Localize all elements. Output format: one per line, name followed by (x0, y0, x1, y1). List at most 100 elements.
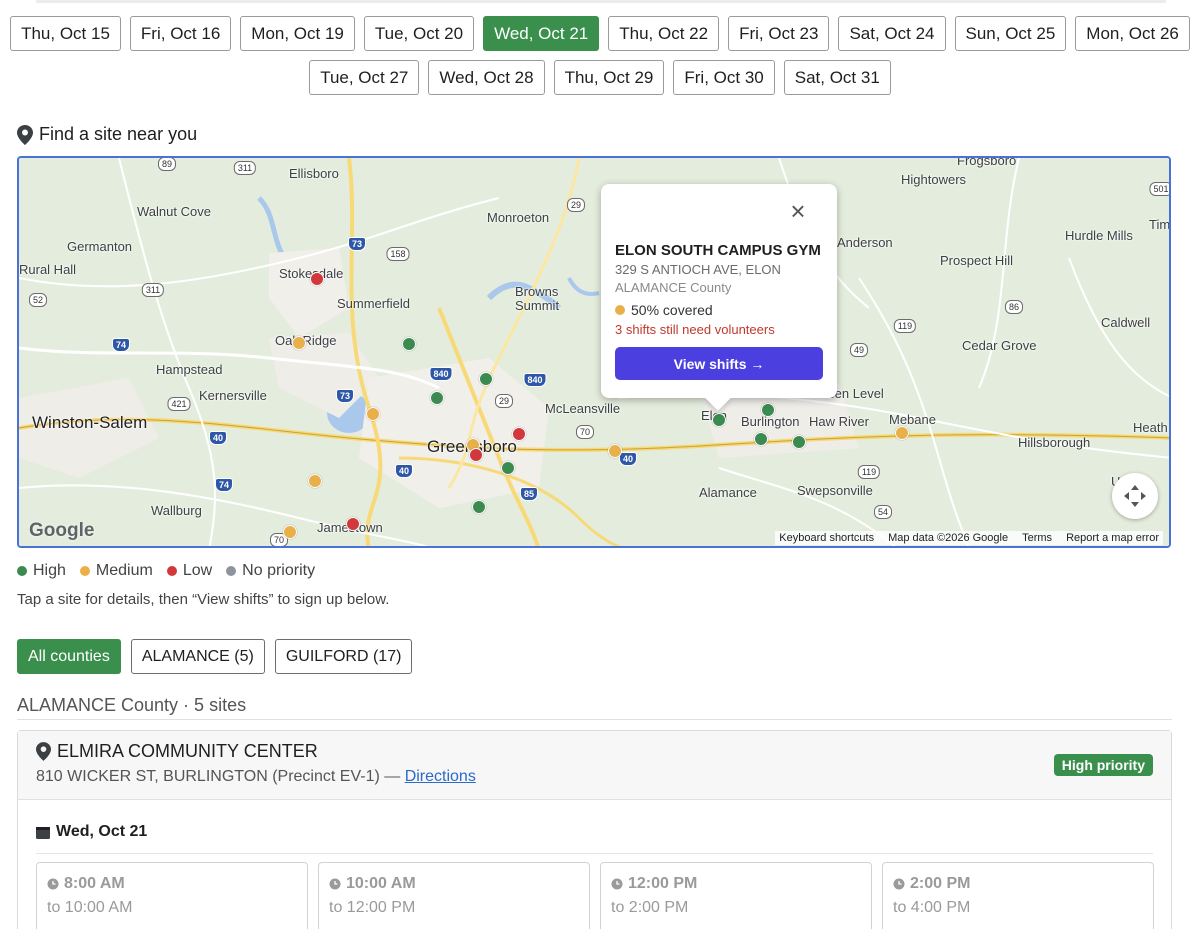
find-site-heading: Find a site near you (17, 124, 197, 145)
view-shifts-button[interactable]: View shifts → (615, 347, 823, 380)
shift-day-label: Wed, Oct 21 (56, 823, 148, 840)
site-marker-low[interactable] (346, 517, 360, 531)
slot-start-time: 8:00 AM (64, 875, 125, 892)
date-button[interactable]: Thu, Oct 15 (10, 16, 121, 51)
map-town-label: Swepsonville (797, 483, 873, 498)
site-marker-medium[interactable] (366, 407, 380, 421)
slot-start: 10:00 AM (329, 875, 579, 893)
legend-dot-icon (17, 566, 27, 576)
site-marker-high[interactable] (761, 403, 775, 417)
map-town-label: Cedar Grove (962, 338, 1037, 353)
date-button[interactable]: Fri, Oct 30 (673, 60, 775, 95)
site-marker-medium[interactable] (608, 444, 622, 458)
legend-item-low: Low (166, 562, 212, 580)
shift-slot[interactable]: 10:00 AM to 12:00 PM (318, 862, 590, 929)
date-button[interactable]: Tue, Oct 27 (309, 60, 420, 95)
date-row-2: Tue, Oct 27 Wed, Oct 28 Thu, Oct 29 Fri,… (0, 60, 1200, 95)
date-button[interactable]: Sat, Oct 31 (783, 60, 891, 95)
slot-end-time: to 4:00 PM (893, 899, 971, 916)
keyboard-shortcuts-link[interactable]: Keyboard shortcuts (779, 532, 874, 544)
map-city-label: Winston-Salem (32, 413, 148, 432)
date-button[interactable]: Fri, Oct 23 (728, 16, 830, 51)
highway-shield: 89 (157, 158, 177, 171)
google-logo: Google (29, 520, 95, 541)
shift-slot[interactable]: 8:00 AM to 10:00 AM (36, 862, 308, 929)
pan-arrows-icon (1124, 485, 1146, 507)
clock-icon (893, 878, 905, 890)
date-button[interactable]: Mon, Oct 19 (240, 16, 355, 51)
map-town-label: Germanton (67, 239, 133, 254)
highway-shield: 40 (208, 431, 228, 445)
site-marker-high[interactable] (479, 372, 493, 386)
date-button[interactable]: Thu, Oct 29 (553, 60, 665, 95)
site-card: ELMIRA COMMUNITY CENTER 810 WICKER ST, B… (17, 730, 1172, 929)
highway-shield: 840 (429, 367, 453, 381)
date-button[interactable]: Thu, Oct 22 (608, 16, 720, 51)
map-town-label: Anderson (837, 235, 893, 250)
date-button[interactable]: Fri, Oct 16 (129, 16, 232, 51)
map-town-label: Walnut Cove (137, 204, 211, 219)
site-marker-high[interactable] (430, 391, 444, 405)
site-name-row: ELMIRA COMMUNITY CENTER (36, 741, 1153, 762)
map-town-label: Hurdle Mills (1065, 228, 1133, 243)
highway-shield: 74 (214, 478, 234, 492)
popup-coverage: 50% covered (615, 302, 823, 318)
highway-shield: 74 (111, 338, 131, 352)
site-marker-high[interactable] (402, 337, 416, 351)
date-button[interactable]: Sat, Oct 24 (838, 16, 946, 51)
site-marker-low[interactable] (469, 448, 483, 462)
highway-shield: 119 (857, 465, 881, 479)
shift-slot[interactable]: 2:00 PM to 4:00 PM (882, 862, 1154, 929)
report-map-error-link[interactable]: Report a map error (1066, 532, 1159, 544)
site-marker-high[interactable] (754, 432, 768, 446)
highway-shield: 119 (893, 319, 917, 333)
map-town-label: Kernersville (199, 388, 267, 403)
site-marker-low[interactable] (310, 272, 324, 286)
site-address-row: 810 WICKER ST, BURLINGTON (Precinct EV-1… (36, 768, 1153, 786)
highway-shield: 54 (873, 505, 893, 519)
site-marker-high[interactable] (792, 435, 806, 449)
site-marker-medium[interactable] (283, 525, 297, 539)
shift-slot[interactable]: 12:00 PM to 2:00 PM (600, 862, 872, 929)
date-button[interactable]: Sun, Oct 25 (954, 16, 1067, 51)
popup-shifts-needed: 3 shifts still need volunteers (615, 322, 775, 337)
clock-icon (611, 878, 623, 890)
priority-legend: High Medium Low No priority (17, 562, 315, 580)
county-filter-all[interactable]: All counties (17, 639, 121, 674)
site-marker-medium[interactable] (895, 426, 909, 440)
map-town-label: Browns Summit (515, 284, 560, 313)
site-map[interactable]: Frogsboro Hightowers Ellisboro Walnut Co… (17, 156, 1171, 548)
site-marker-low[interactable] (512, 427, 526, 441)
highway-shield: 86 (1004, 300, 1024, 314)
site-name: ELMIRA COMMUNITY CENTER (57, 741, 318, 761)
date-button[interactable]: Tue, Oct 20 (363, 16, 475, 51)
slot-end-time: to 2:00 PM (611, 899, 689, 916)
county-filter-guilford[interactable]: GUILFORD (17) (274, 639, 413, 674)
map-town-label: Wallburg (151, 503, 202, 518)
site-marker-high[interactable] (501, 461, 515, 475)
site-marker-high[interactable] (472, 500, 486, 514)
legend-dot-icon (166, 566, 177, 576)
shift-slots: 8:00 AM to 10:00 AM 10:00 AM to 12:00 PM… (36, 862, 1154, 929)
date-button[interactable]: Wed, Oct 28 (428, 60, 545, 95)
site-marker-medium[interactable] (308, 474, 322, 488)
highway-shield: 158 (386, 247, 410, 261)
site-card-header: ELMIRA COMMUNITY CENTER 810 WICKER ST, B… (18, 731, 1171, 800)
map-town-label: Hightowers (901, 172, 967, 187)
date-button-selected[interactable]: Wed, Oct 21 (483, 16, 600, 51)
legend-label: Medium (95, 562, 153, 579)
county-filter-alamance[interactable]: ALAMANCE (5) (130, 639, 265, 674)
map-town-label: Mebane (889, 412, 936, 427)
map-town-label: Heath (1133, 420, 1168, 435)
clock-icon (47, 878, 59, 890)
close-icon[interactable]: × (787, 198, 809, 224)
directions-link[interactable]: Directions (405, 768, 476, 785)
legend-label: High (33, 562, 66, 579)
map-pin-icon (36, 742, 51, 761)
date-button[interactable]: Mon, Oct 26 (1075, 16, 1190, 51)
site-marker-medium[interactable] (292, 336, 306, 350)
highway-shield: 421 (167, 397, 191, 411)
map-camera-control-button[interactable] (1112, 473, 1158, 519)
site-marker-high-selected[interactable] (712, 413, 726, 427)
terms-link[interactable]: Terms (1022, 532, 1052, 544)
